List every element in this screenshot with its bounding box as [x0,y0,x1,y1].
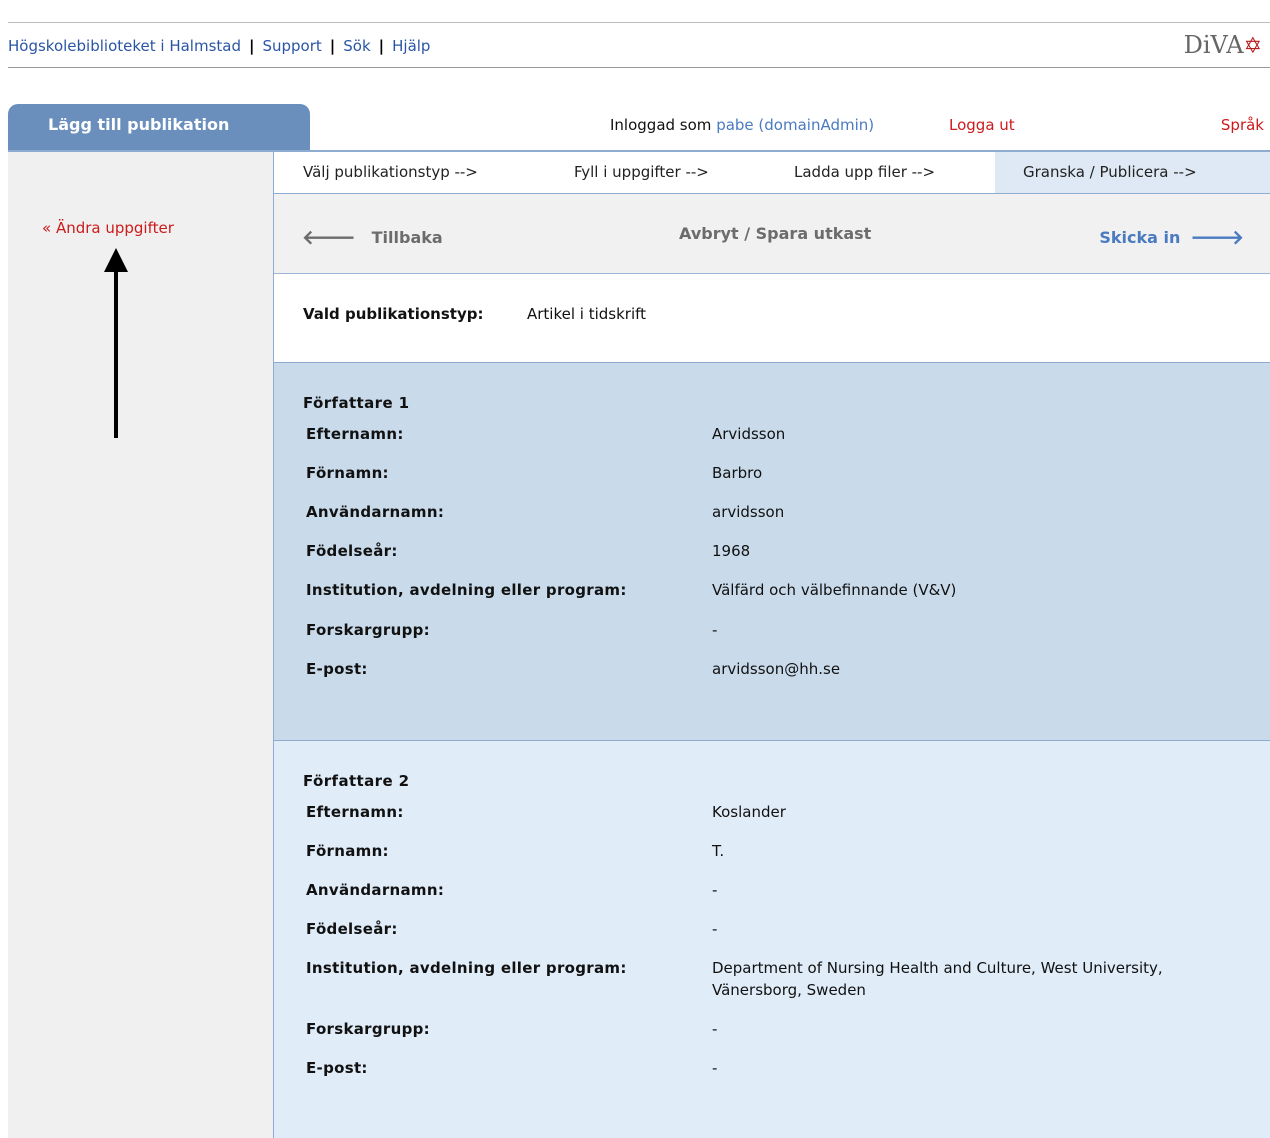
tab-add-publication[interactable]: Lägg till publikation [8,104,310,150]
field-value: Koslander [712,803,786,821]
field-value: - [712,621,718,639]
arrow-right-icon: 🡒 [1190,225,1244,249]
submit-label: Skicka in [1099,228,1181,247]
field-label: Födelseår: [306,542,398,560]
username-link[interactable]: pabe (domainAdmin) [716,116,874,134]
page: Högskolebiblioteket i Halmstad | Support | S… [0,0,1270,1138]
field-value: Arvidsson [712,425,786,443]
field-label: Förnamn: [306,842,389,860]
step-choose-type[interactable]: Välj publikationstyp --> [303,152,478,193]
separator: | [329,37,336,55]
help-link[interactable]: Hjälp [392,37,430,55]
field-value: - [712,1020,718,1038]
wizard-steps: Välj publikationstyp --> Fyll i uppgifte… [274,152,1270,194]
back-label: Tillbaka [371,228,443,247]
login-status: Inloggad som pabe (domainAdmin) [610,116,874,134]
separator: | [378,37,385,55]
field-value: T. [712,842,725,860]
diva-logo: DiVA✡ [1184,31,1262,59]
support-link[interactable]: Support [262,37,321,55]
star-icon: ✡ [1243,34,1262,59]
field-label: Förnamn: [306,464,389,482]
field-value: arvidsson@hh.se [712,660,841,678]
separator: | [248,37,255,55]
step-upload-files[interactable]: Ladda upp filer --> [794,152,935,193]
author-heading: Författare 1 [303,394,410,412]
publication-type-value: Artikel i tidskrift [527,305,647,323]
edit-details-link[interactable]: « Ändra uppgifter [42,219,174,237]
author-block: Författare 1 Efternamn: Arvidsson Förnamn… [274,363,1270,741]
action-bar: 🡐 Tillbaka Avbryt / Spara utkast Skicka i… [274,194,1270,274]
library-link[interactable]: Högskolebiblioteket i Halmstad [8,37,241,55]
field-value: arvidsson [712,503,785,521]
publication-type-section: Vald publikationstyp: Artikel i tidskrif… [274,274,1270,363]
publication-type-label: Vald publikationstyp: [303,305,484,323]
field-label: Efternamn: [306,425,404,443]
arrow-shaft [114,264,118,438]
tab-label: Lägg till publikation [48,115,230,134]
field-value: - [712,1059,718,1077]
field-label: Födelseår: [306,920,398,938]
arrow-left-icon: 🡐 [302,225,356,249]
field-value: 1968 [712,542,751,560]
field-value: - [712,920,718,938]
field-label: Användarnamn: [306,503,445,521]
field-value: Välfärd och välbefinnande (V&V) [712,581,957,599]
field-label: Forskargrupp: [306,1020,430,1038]
logout-link[interactable]: Logga ut [949,116,1015,134]
field-value: - [712,881,718,899]
field-label: E-post: [306,1059,368,1077]
author-heading: Författare 2 [303,772,410,790]
login-bar: Inloggad som pabe (domainAdmin) Logga ut… [310,104,1270,150]
sidebar: « Ändra uppgifter [8,152,274,1138]
language-link[interactable]: Språk [1221,116,1264,134]
field-label: Forskargrupp: [306,621,430,639]
field-value: Barbro [712,464,763,482]
login-prefix: Inloggad som [610,116,712,134]
author-block: Författare 2 Efternamn: Koslander Förnamn… [274,741,1270,1138]
field-value: Department of Nursing Health and Culture… [712,959,1163,999]
field-label: Efternamn: [306,803,404,821]
top-links: Högskolebiblioteket i Halmstad | Support | S… [8,37,430,55]
back-button[interactable]: 🡐 Tillbaka [302,224,443,249]
logo-text: DiVA [1183,31,1244,59]
step-review-publish[interactable]: Granska / Publicera --> [995,152,1270,193]
field-label: Institution, avdelning eller program: [306,959,627,977]
submit-button[interactable]: Skicka in 🡒 [1099,224,1244,249]
field-label: E-post: [306,660,368,678]
top-bar: Högskolebiblioteket i Halmstad | Support | S… [8,22,1270,68]
step-fill-details[interactable]: Fyll i uppgifter --> [574,152,709,193]
cancel-save-draft-button[interactable]: Avbryt / Spara utkast [679,224,871,243]
field-label: Användarnamn: [306,881,445,899]
field-label: Institution, avdelning eller program: [306,581,627,599]
search-link[interactable]: Sök [343,37,370,55]
